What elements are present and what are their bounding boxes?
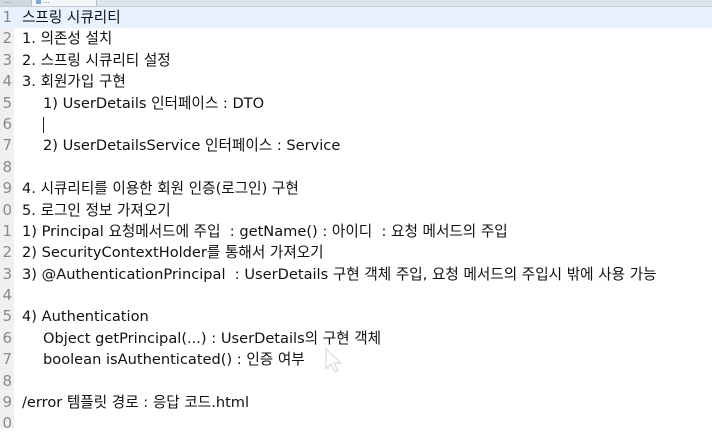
line-number: 8	[2, 371, 12, 390]
text-editor[interactable]: 1 스프링 시큐리티 2 1. 의존성 설치 3 2. 스프링 시큐리티 설정 4 3. 회원…	[0, 7, 712, 435]
cursor-watermark-icon	[325, 347, 343, 373]
tab-bar: ... ...	[0, 0, 712, 7]
editor-line[interactable]: 8	[0, 371, 712, 392]
line-number: 0	[2, 414, 12, 433]
editor-line[interactable]: 3 3) @AuthenticationPrincipal : UserDetai…	[0, 264, 712, 285]
editor-line[interactable]: 8	[0, 157, 712, 178]
line-number: 5	[2, 93, 12, 112]
line-text: 5. 로그인 정보 가져오기	[22, 201, 171, 219]
line-number: 5	[2, 307, 12, 326]
line-text: 스프링 시큐리티	[22, 9, 121, 26]
editor-line[interactable]: 9/error 템플릿 경로 : 응답 코드.html	[0, 392, 712, 413]
editor-line[interactable]: 7 2) UserDetailsService 인터페이스 : Service	[0, 135, 712, 156]
line-text: 2) UserDetailsService 인터페이스 : Service	[43, 137, 341, 155]
editor-line[interactable]: 4 3. 회원가입 구현	[0, 71, 712, 92]
editor-line[interactable]: 9 4. 시큐리티를 이용한 회원 인증(로그인) 구현	[0, 178, 712, 199]
file-icon	[36, 0, 41, 4]
line-number: 7	[2, 350, 12, 369]
editor-line[interactable]: 6 Object getPrincipal(...) : UserDetails의…	[0, 328, 712, 349]
line-number: 9	[2, 393, 12, 412]
line-text: 2) SecurityContextHolder를 통해서 가져오기	[22, 244, 324, 262]
line-text: 4. 시큐리티를 이용한 회원 인증(로그인) 구현	[22, 180, 299, 198]
line-text: 3. 회원가입 구현	[22, 73, 126, 91]
editor-line[interactable]: 1 스프링 시큐리티	[0, 7, 712, 29]
line-text: boolean isAuthenticated() : 인증 여부	[43, 351, 305, 369]
editor-line[interactable]: 6	[0, 114, 712, 135]
line-number: 4	[2, 286, 12, 305]
editor-line[interactable]: 1 1) Principal 요청메서드에 주입 : getName() : 아이…	[0, 221, 712, 242]
editor-line[interactable]: 3 2. 스프링 시큐리티 설정	[0, 50, 712, 71]
line-number: 4	[2, 72, 12, 91]
tab-active[interactable]: ...	[31, 0, 97, 6]
line-text: 1. 의존성 설치	[22, 30, 113, 48]
line-text: 1) UserDetails 인터페이스 : DTO	[43, 94, 265, 112]
line-number: 2	[2, 243, 12, 262]
editor-line[interactable]: 5 4) Authentication	[0, 306, 712, 327]
line-number: 0	[2, 200, 12, 219]
line-number: 8	[2, 157, 12, 176]
text-caret	[43, 116, 44, 133]
editor-line[interactable]: 0	[0, 413, 712, 434]
line-text: 1) Principal 요청메서드에 주입 : getName() : 아이디…	[22, 222, 508, 240]
editor-line[interactable]: 2 1. 의존성 설치	[0, 28, 712, 49]
line-text: 2. 스프링 시큐리티 설정	[22, 51, 171, 69]
line-number: 1	[2, 8, 12, 26]
editor-line[interactable]: 5 1) UserDetails 인터페이스 : DTO	[0, 93, 712, 114]
line-number: 7	[2, 136, 12, 155]
line-number: 3	[2, 264, 12, 283]
line-text: 3) @AuthenticationPrincipal : UserDetail…	[22, 265, 657, 283]
editor-line[interactable]: 4	[0, 285, 712, 306]
line-number: 6	[2, 114, 12, 133]
line-number: 9	[2, 179, 12, 198]
editor-line[interactable]: 2 2) SecurityContextHolder를 통해서 가져오기	[0, 242, 712, 263]
line-number: 1	[2, 221, 12, 240]
line-text: /error 템플릿 경로 : 응답 코드.html	[22, 394, 250, 412]
editor-line[interactable]: 0 5. 로그인 정보 가져오기	[0, 200, 712, 221]
line-number: 3	[2, 50, 12, 69]
line-number: 2	[2, 29, 12, 48]
line-text: 4) Authentication	[22, 308, 149, 326]
editor-line[interactable]: 7 boolean isAuthenticated() : 인증 여부	[0, 349, 712, 370]
line-number: 6	[2, 328, 12, 347]
